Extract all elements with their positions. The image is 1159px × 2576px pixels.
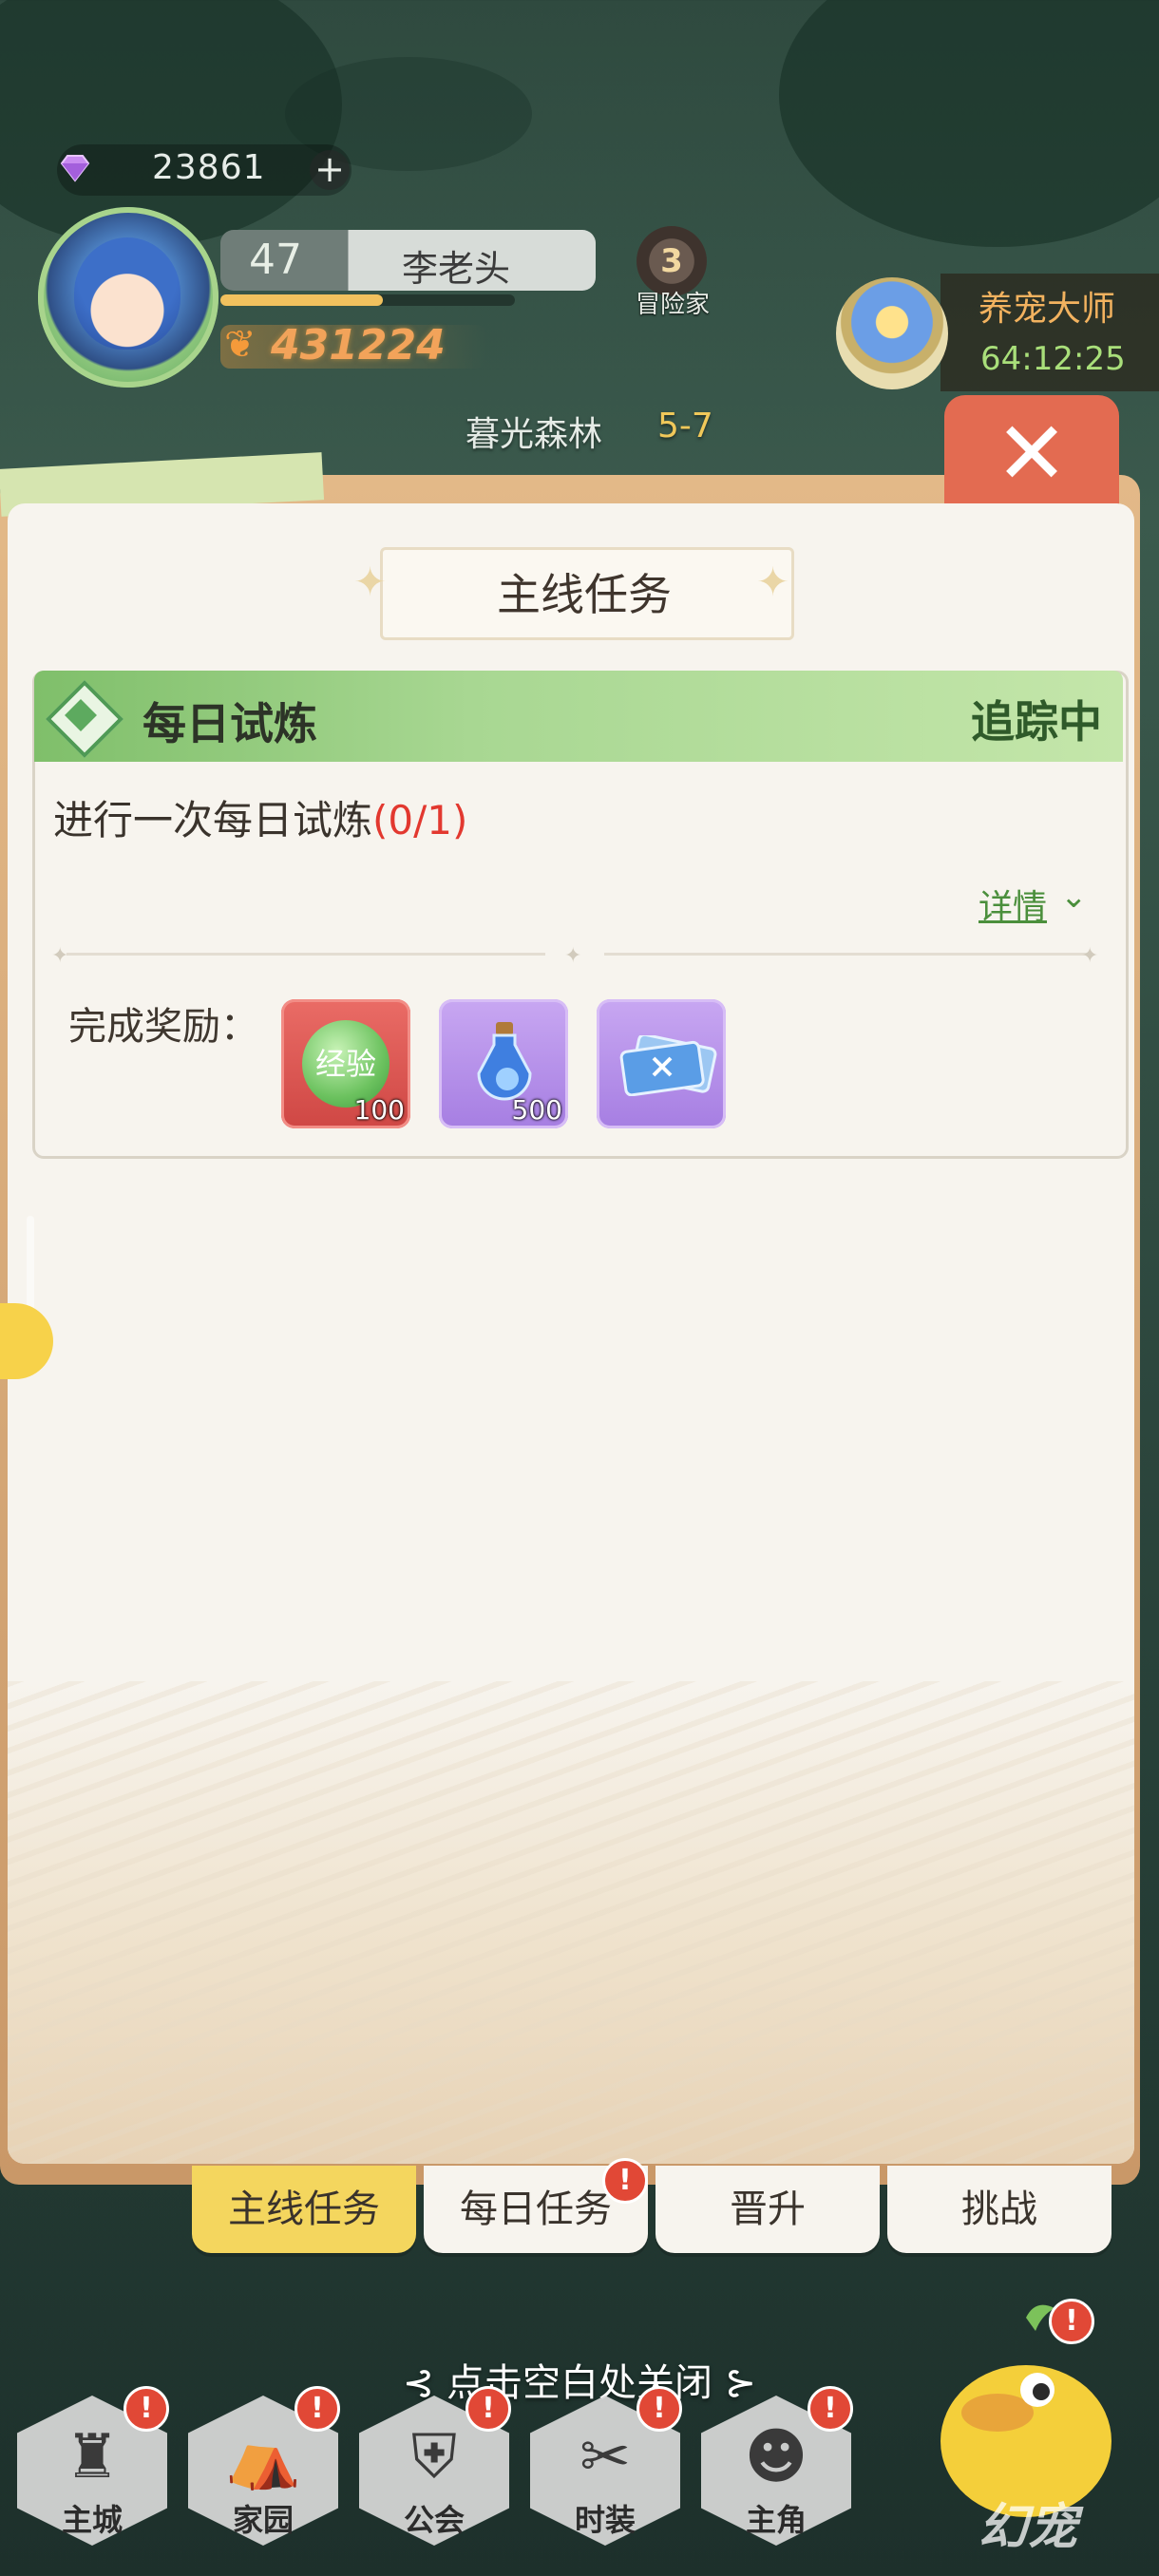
reward-quantity: 500 — [511, 1094, 562, 1126]
exp-bar-fill — [220, 294, 383, 306]
avatar-portrait — [74, 237, 180, 350]
ticket-icon — [619, 1035, 717, 1096]
panel-wave-decoration — [8, 1681, 1134, 2164]
quest-progress: (0/1) — [372, 797, 468, 843]
chevron-down-icon[interactable]: ⌄ — [1060, 878, 1088, 916]
hero-icon: ☻ — [744, 2422, 808, 2492]
exp-bar — [220, 294, 515, 306]
divider-dot: ✦ — [564, 944, 582, 968]
divider — [604, 953, 1089, 956]
tab-main-quest[interactable]: 主线任务 — [192, 2166, 416, 2253]
alert-icon: ! — [124, 2386, 169, 2432]
nav-home[interactable]: ⛺ 家园 ! — [188, 2386, 340, 2567]
player-name: 李老头 — [401, 248, 510, 290]
stage-number: 5-7 — [657, 407, 713, 445]
pet-event-title: 养宠大师 — [978, 290, 1116, 329]
pet-event-timer: 64:12:25 — [980, 340, 1126, 378]
side-drawer-handle[interactable] — [27, 1216, 34, 1311]
alert-icon: ! — [294, 2386, 340, 2432]
nav-label: 时装 — [574, 2502, 636, 2538]
tent-icon: ⛺ — [225, 2422, 301, 2492]
nav-outfit[interactable]: ✂ 时装 ! — [530, 2386, 682, 2567]
nav-label: 主角 — [745, 2502, 807, 2538]
castle-icon: ♜ — [65, 2422, 120, 2492]
nav-main-city[interactable]: ♜ 主城 ! — [17, 2386, 169, 2567]
stage-name: 暮光森林 — [466, 415, 603, 454]
alert-icon: ! — [808, 2386, 853, 2432]
alert-icon: ! — [602, 2158, 648, 2204]
pet-master-medal-icon[interactable] — [836, 277, 948, 389]
gem-count: 23861 — [152, 148, 266, 187]
pet-button-label[interactable]: 幻宠 — [978, 2487, 1077, 2558]
divider-dot: ✦ — [1081, 944, 1099, 968]
divider — [66, 953, 545, 956]
diamond-icon — [60, 155, 90, 182]
panel-title: 主线任务 — [497, 569, 672, 620]
adventurer-badge-label: 冒险家 — [635, 291, 710, 319]
nav-guild[interactable]: ⛨ 公会 ! — [359, 2386, 511, 2567]
quest-description-text: 进行一次每日试炼 — [53, 797, 373, 843]
guild-shield-icon: ⛨ — [411, 2422, 457, 2492]
nav-label: 公会 — [403, 2502, 465, 2538]
player-level: 47 — [249, 236, 302, 284]
quest-tracking-status[interactable]: 追踪中 — [912, 688, 1102, 750]
details-link[interactable]: 详情 — [978, 880, 1047, 929]
quest-name: 每日试炼 — [142, 698, 317, 749]
close-icon[interactable]: ✕ — [944, 399, 1119, 509]
nav-hero[interactable]: ☻ 主角 ! — [701, 2386, 853, 2567]
alert-icon: ! — [636, 2386, 682, 2432]
combat-power: 431224 — [271, 321, 446, 369]
tab-promotion[interactable]: 晋升 — [656, 2166, 880, 2253]
reward-quantity: 100 — [353, 1094, 405, 1126]
quest-description: 进行一次每日试炼(0/1) — [53, 788, 467, 846]
add-gems-button[interactable]: + — [310, 150, 350, 190]
alert-icon: ! — [1049, 2299, 1094, 2344]
alert-icon: ! — [466, 2386, 511, 2432]
tab-challenge[interactable]: 挑战 — [887, 2166, 1112, 2253]
nav-label: 主城 — [61, 2502, 123, 2538]
divider-dot: ✦ — [51, 944, 69, 968]
flame-icon: ❦ — [224, 323, 256, 367]
nav-label: 家园 — [232, 2502, 294, 2538]
outfit-icon: ✂ — [580, 2422, 631, 2492]
foliage-decoration — [779, 0, 1159, 247]
reward-label: 完成奖励： — [68, 1005, 258, 1049]
